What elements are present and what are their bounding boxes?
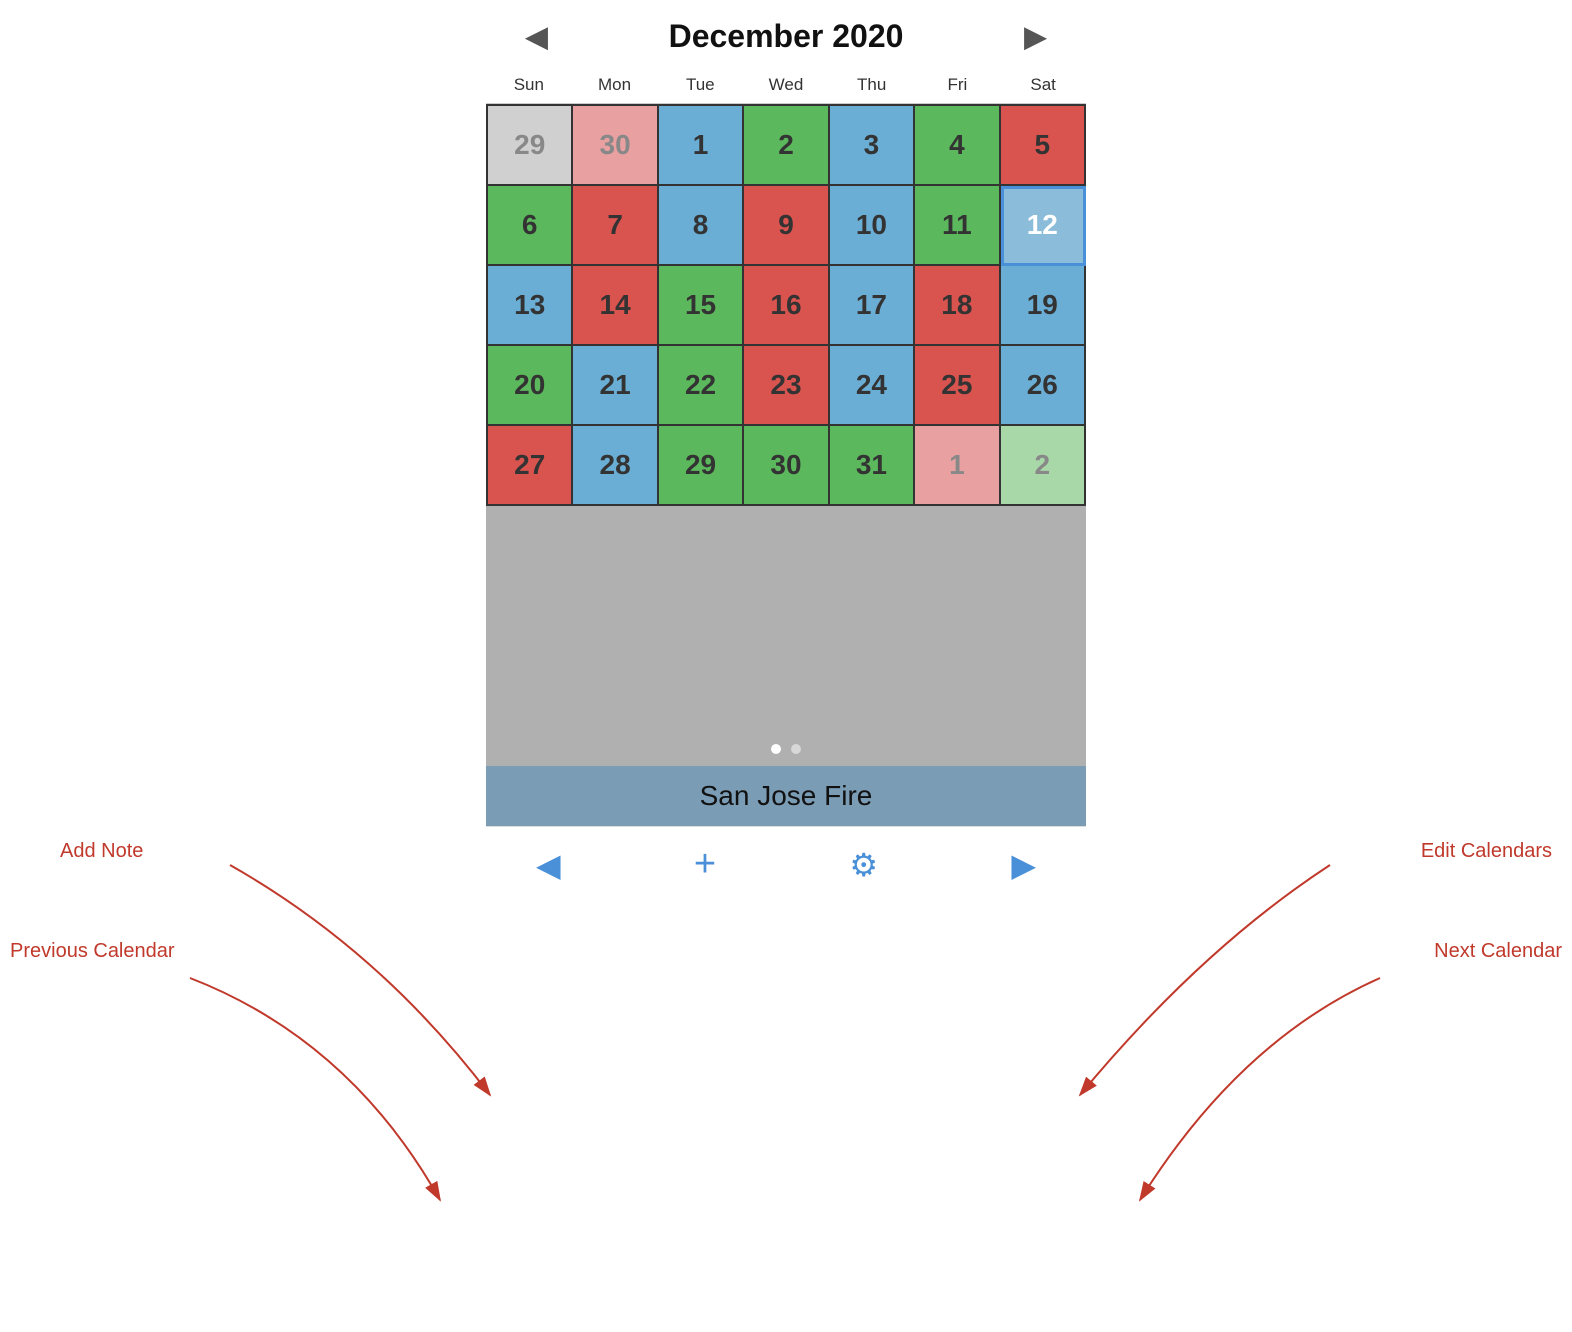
- dow-wed: Wed: [743, 67, 829, 103]
- calendar-header: ◀ December 2020 ▶: [486, 0, 1086, 67]
- calendar-day[interactable]: 15: [659, 266, 744, 346]
- calendar-day[interactable]: 30: [744, 426, 829, 506]
- calendar-day[interactable]: 3: [830, 106, 915, 186]
- prev-month-button[interactable]: ◀: [506, 20, 568, 53]
- next-calendar-label: Next Calendar: [1434, 940, 1562, 963]
- calendar-day[interactable]: 2: [1001, 426, 1086, 506]
- next-calendar-button[interactable]: ▶: [1001, 846, 1046, 884]
- calendar-title: December 2020: [568, 18, 1005, 55]
- calendar-day[interactable]: 18: [915, 266, 1000, 346]
- calendar-day[interactable]: 24: [830, 346, 915, 426]
- prev-calendar-button[interactable]: ◀: [526, 846, 571, 884]
- calendar-section: ◀ December 2020 ▶ Sun Mon Tue Wed Thu Fr…: [486, 0, 1086, 1332]
- calendar-day[interactable]: 29: [488, 106, 573, 186]
- calendar-day[interactable]: 26: [1001, 346, 1086, 426]
- dow-thu: Thu: [829, 67, 915, 103]
- calendar-day[interactable]: 4: [915, 106, 1000, 186]
- calendar-day[interactable]: 19: [1001, 266, 1086, 346]
- calendar-day[interactable]: 17: [830, 266, 915, 346]
- calendar-day[interactable]: 20: [488, 346, 573, 426]
- calendar-day[interactable]: 31: [830, 426, 915, 506]
- calendar-day[interactable]: 28: [573, 426, 658, 506]
- dot-1: [771, 744, 781, 754]
- dow-sat: Sat: [1000, 67, 1086, 103]
- settings-button[interactable]: ⚙: [839, 846, 888, 884]
- calendar: ◀ December 2020 ▶ Sun Mon Tue Wed Thu Fr…: [486, 0, 1086, 902]
- calendar-day[interactable]: 25: [915, 346, 1000, 426]
- outer-wrapper: Add Note Edit Calendars Previous Calenda…: [0, 0, 1572, 1332]
- calendar-day[interactable]: 8: [659, 186, 744, 266]
- page-dots: [771, 744, 801, 754]
- calendar-day[interactable]: 30: [573, 106, 658, 186]
- calendar-grid: 2930123456789101112131415161718192021222…: [486, 104, 1086, 506]
- calendar-body: San Jose Fire: [486, 506, 1086, 826]
- dow-sun: Sun: [486, 67, 572, 103]
- calendar-name-bar: San Jose Fire: [486, 766, 1086, 826]
- toolbar: ◀ + ⚙ ▶: [486, 826, 1086, 902]
- dow-tue: Tue: [657, 67, 743, 103]
- calendar-day[interactable]: 7: [573, 186, 658, 266]
- calendar-day[interactable]: 2: [744, 106, 829, 186]
- calendar-day[interactable]: 10: [830, 186, 915, 266]
- calendar-day[interactable]: 16: [744, 266, 829, 346]
- calendar-day[interactable]: 23: [744, 346, 829, 426]
- calendar-day[interactable]: 11: [915, 186, 1000, 266]
- dow-fri: Fri: [915, 67, 1001, 103]
- calendar-day[interactable]: 14: [573, 266, 658, 346]
- previous-calendar-label: Previous Calendar: [10, 940, 175, 963]
- calendar-day[interactable]: 21: [573, 346, 658, 426]
- next-month-button[interactable]: ▶: [1004, 20, 1066, 53]
- dow-mon: Mon: [572, 67, 658, 103]
- calendar-day[interactable]: 22: [659, 346, 744, 426]
- dot-2: [791, 744, 801, 754]
- calendar-day[interactable]: 12: [1001, 186, 1086, 266]
- add-note-button[interactable]: +: [684, 843, 726, 886]
- add-note-label: Add Note: [60, 840, 143, 863]
- calendar-day[interactable]: 13: [488, 266, 573, 346]
- calendar-day[interactable]: 9: [744, 186, 829, 266]
- calendar-day[interactable]: 6: [488, 186, 573, 266]
- calendar-day[interactable]: 29: [659, 426, 744, 506]
- calendar-day[interactable]: 5: [1001, 106, 1086, 186]
- days-of-week-row: Sun Mon Tue Wed Thu Fri Sat: [486, 67, 1086, 104]
- edit-calendars-label: Edit Calendars: [1421, 840, 1552, 863]
- calendar-day[interactable]: 1: [659, 106, 744, 186]
- calendar-day[interactable]: 1: [915, 426, 1000, 506]
- calendar-day[interactable]: 27: [488, 426, 573, 506]
